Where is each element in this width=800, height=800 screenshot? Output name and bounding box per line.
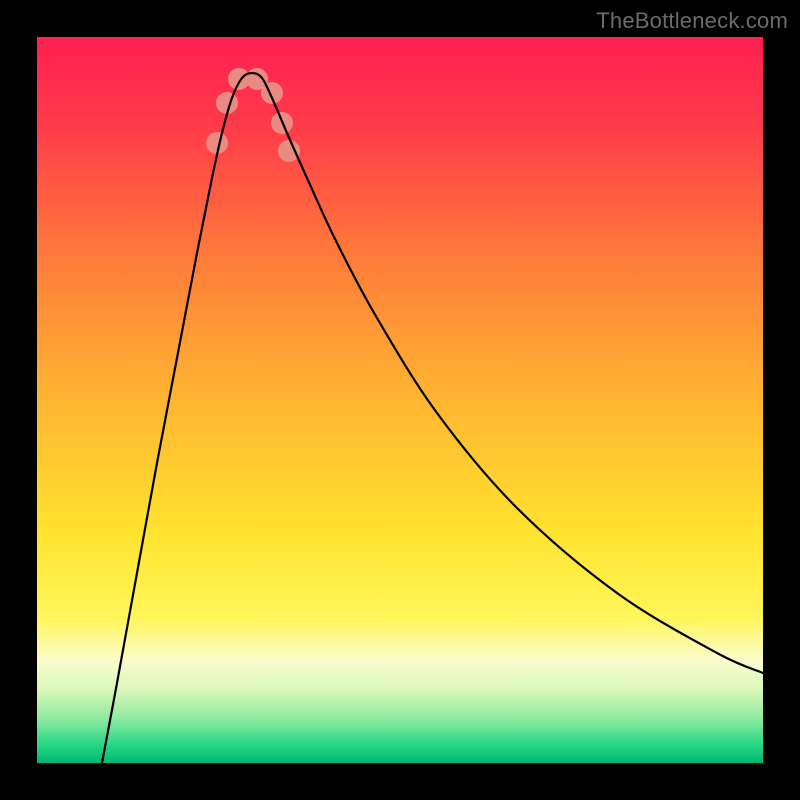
- marker-dot: [261, 82, 283, 104]
- plot-area: [37, 37, 763, 763]
- chart-frame: TheBottleneck.com: [0, 0, 800, 800]
- chart-svg: [37, 37, 763, 763]
- marker-dot: [278, 140, 300, 162]
- marker-group: [206, 68, 300, 162]
- curve-path: [102, 73, 763, 763]
- watermark-text: TheBottleneck.com: [596, 8, 788, 34]
